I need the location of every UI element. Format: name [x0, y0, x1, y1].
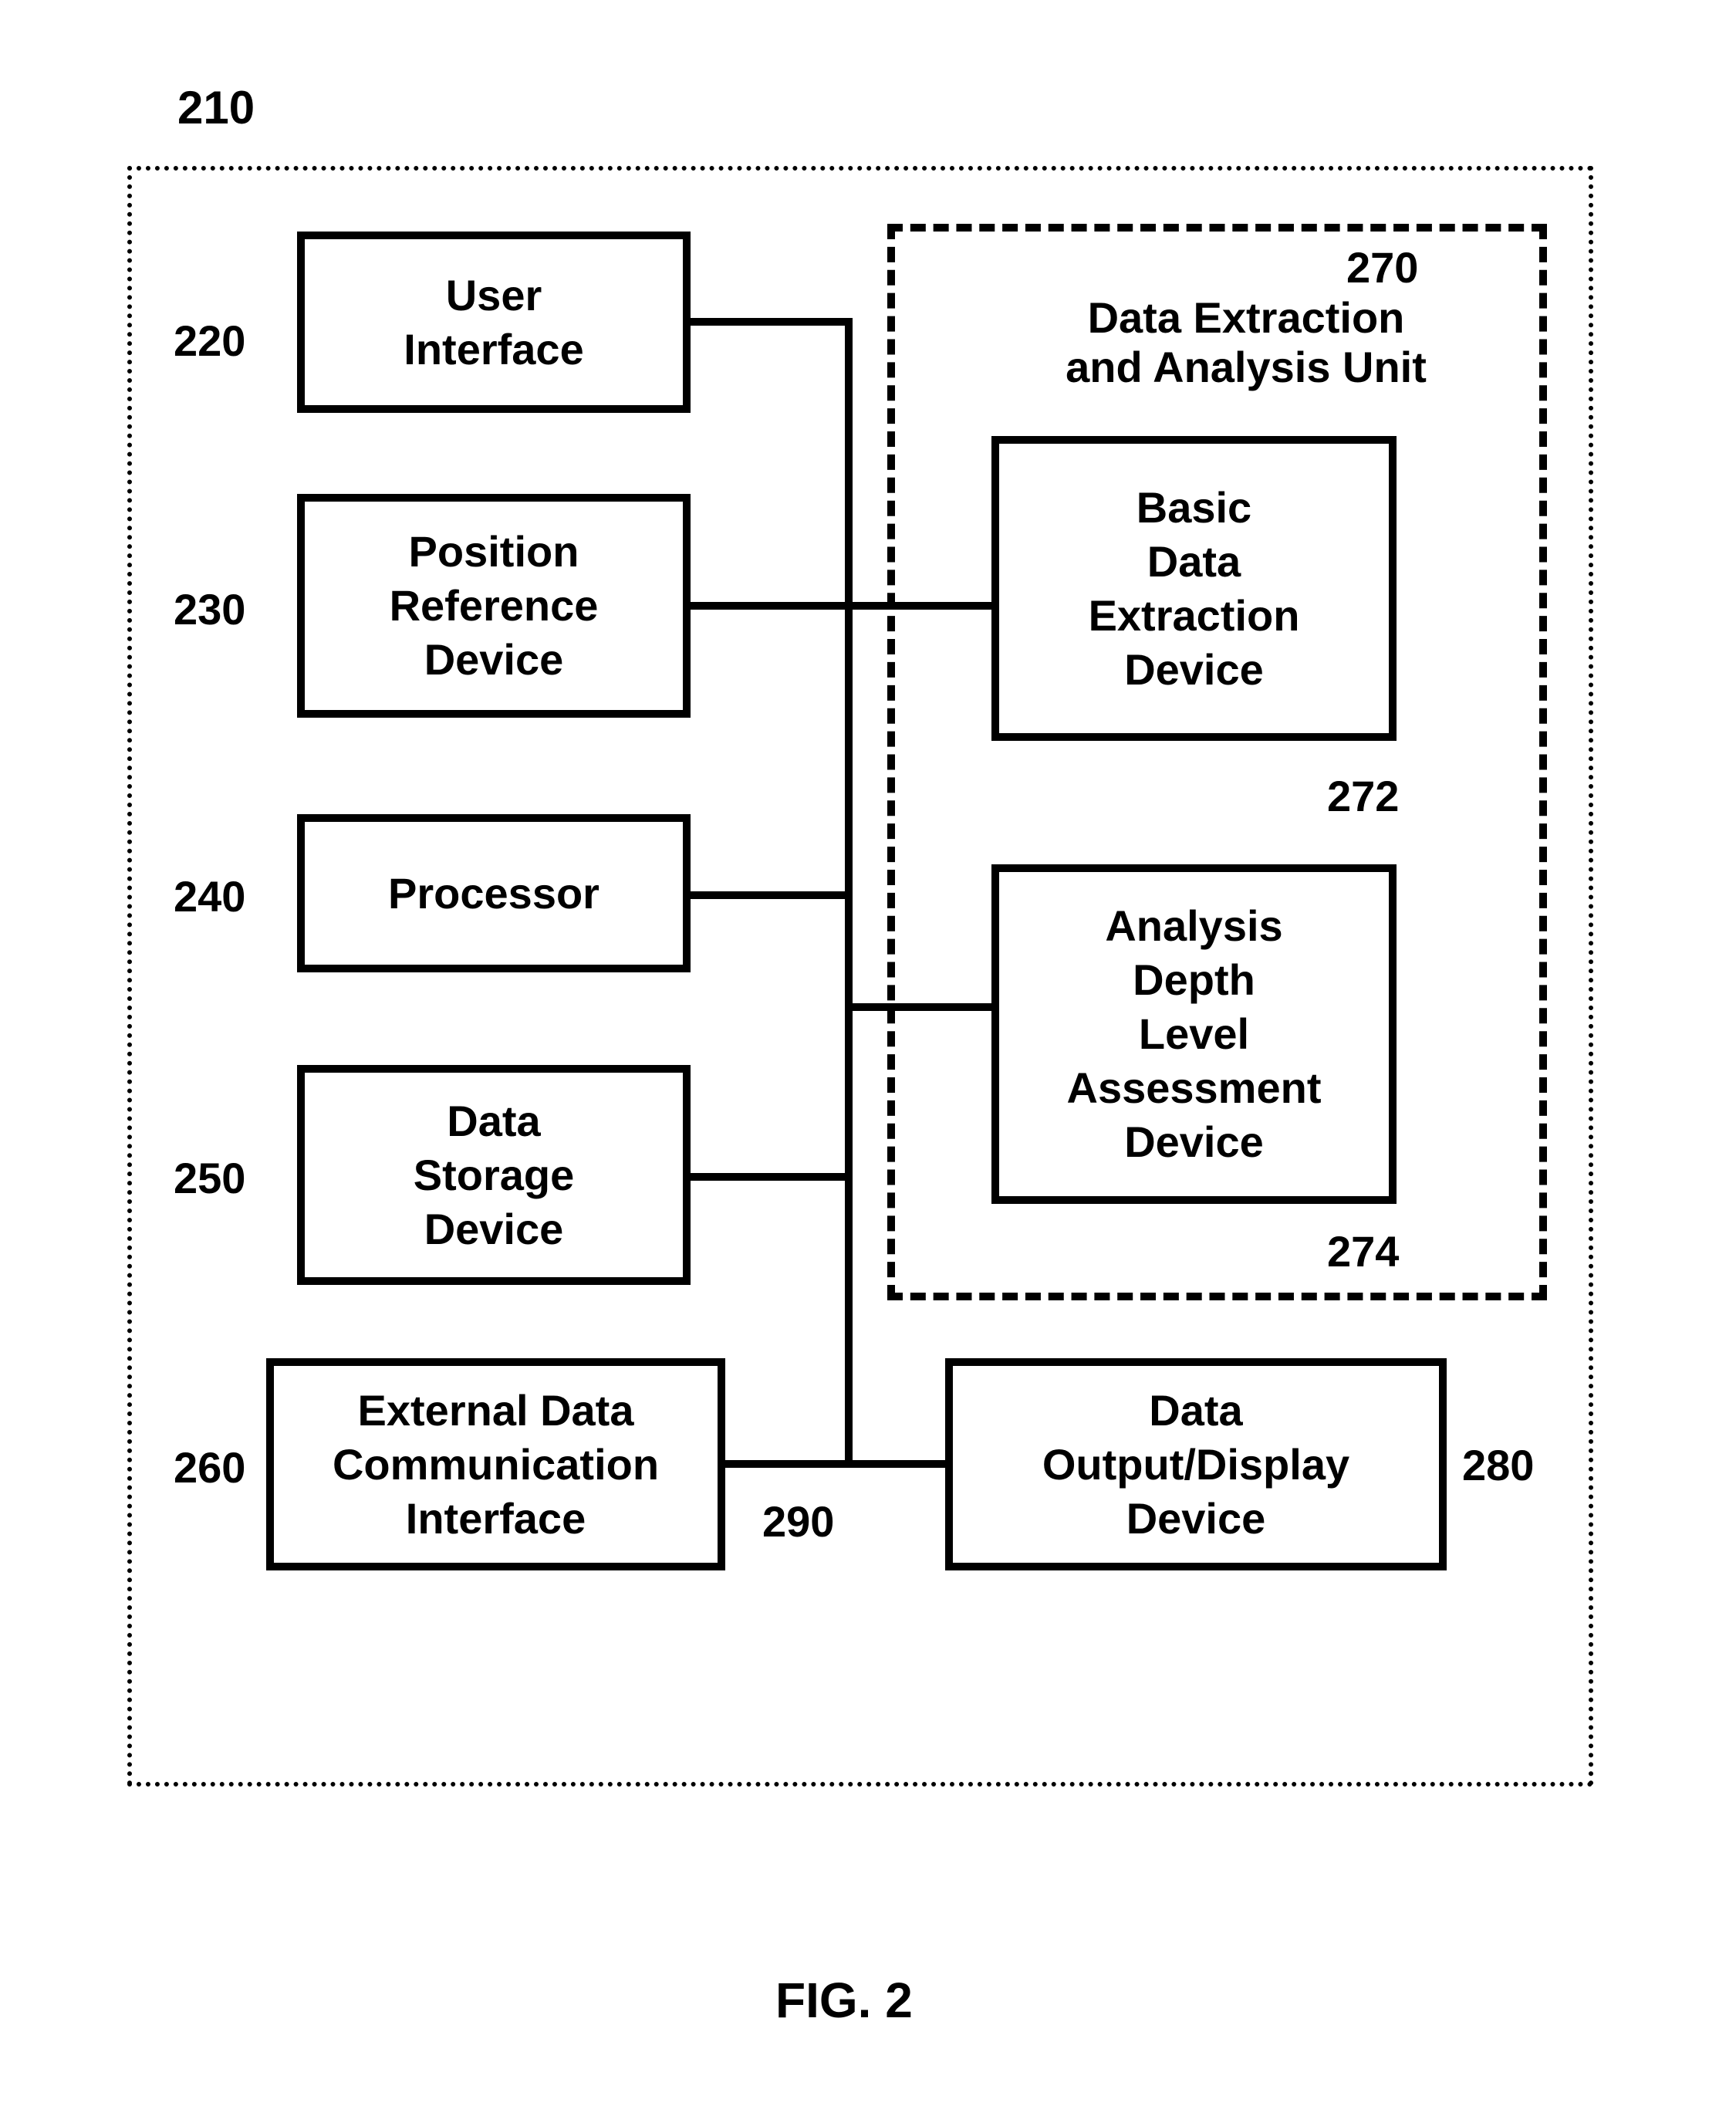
ref-280: 280 [1462, 1441, 1534, 1490]
block-external-comm: External Data Communication Interface [266, 1358, 725, 1570]
conn-posref-bus [691, 602, 853, 610]
ref-220: 220 [174, 316, 245, 366]
conn-bus-basic-extraction [853, 602, 991, 610]
block-position-reference-label: Position Reference Device [390, 525, 599, 687]
ref-230: 230 [174, 585, 245, 634]
block-basic-extraction: Basic Data Extraction Device [991, 436, 1397, 741]
ref-250: 250 [174, 1154, 245, 1203]
block-position-reference: Position Reference Device [297, 494, 691, 718]
ref-240: 240 [174, 872, 245, 921]
conn-proc-bus [691, 891, 853, 899]
block-processor-label: Processor [388, 867, 599, 921]
block-analysis-depth-label: Analysis Depth Level Assessment Device [1067, 899, 1322, 1169]
block-analysis-depth: Analysis Depth Level Assessment Device [991, 864, 1397, 1204]
conn-bus-analysis-depth [853, 1003, 991, 1011]
conn-ui-bus [691, 318, 853, 326]
block-user-interface-label: User Interface [404, 269, 583, 377]
ref-260: 260 [174, 1443, 245, 1493]
conn-bus-output [853, 1460, 945, 1468]
block-external-comm-label: External Data Communication Interface [333, 1384, 659, 1546]
block-output-display-label: Data Output/Display Device [1042, 1384, 1349, 1546]
ref-290: 290 [762, 1497, 834, 1547]
block-processor: Processor [297, 814, 691, 972]
extraction-unit-title: Data Extraction and Analysis Unit [968, 293, 1524, 393]
diagram-canvas: 210 220 230 240 250 260 270 272 274 280 … [0, 0, 1736, 2123]
conn-extcomm-bus [725, 1460, 853, 1468]
block-data-storage: Data Storage Device [297, 1065, 691, 1285]
block-user-interface: User Interface [297, 232, 691, 413]
block-basic-extraction-label: Basic Data Extraction Device [1089, 481, 1300, 697]
conn-storage-bus [691, 1173, 853, 1181]
block-output-display: Data Output/Display Device [945, 1358, 1447, 1570]
ref-210: 210 [177, 81, 255, 134]
block-data-storage-label: Data Storage Device [414, 1094, 575, 1256]
figure-caption: FIG. 2 [775, 1972, 913, 2029]
